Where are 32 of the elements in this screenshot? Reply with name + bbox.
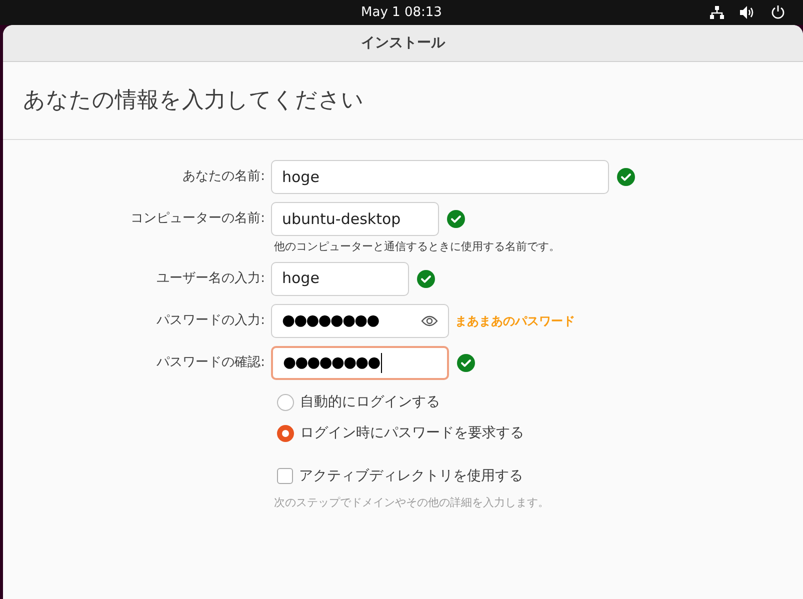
field-label: パスワードの入力: xyxy=(156,312,266,330)
clock[interactable]: May 1 08:13 xyxy=(361,2,442,22)
field-label: コンピューターの名前: xyxy=(130,210,266,228)
radio-label[interactable]: 自動的にログインする xyxy=(300,392,440,412)
power-icon[interactable] xyxy=(771,5,785,19)
checkbox[interactable] xyxy=(277,468,293,484)
radio-label[interactable]: ログイン時にパスワードを要求する xyxy=(300,422,524,444)
field-label: あなたの名前: xyxy=(182,168,266,186)
password-strength: まあまあのパスワード xyxy=(455,312,575,330)
speaker-icon[interactable] xyxy=(740,6,755,18)
eye-icon[interactable] xyxy=(421,314,438,326)
field-value: ubuntu-desktop xyxy=(282,208,401,230)
password-field[interactable]: ●●●●●●●● xyxy=(271,346,449,380)
field-value: hoge xyxy=(282,268,320,290)
window-title: インストール xyxy=(361,34,445,52)
text-field[interactable]: hoge xyxy=(271,160,609,194)
checkbox-label[interactable]: アクティブディレクトリを使用する xyxy=(299,466,523,486)
text-field[interactable]: hoge xyxy=(271,262,409,296)
field-label: パスワードの確認: xyxy=(156,354,266,372)
radio-button[interactable] xyxy=(277,424,294,442)
field-value: ●●●●●●●● xyxy=(282,310,379,332)
field-hint: 他のコンピューターと通信するときに使用する名前です。 xyxy=(274,239,561,255)
checkbox-hint: 次のステップでドメインやその他の詳細を入力します。 xyxy=(274,494,550,510)
password-field[interactable]: ●●●●●●●● xyxy=(271,304,449,338)
network-icon[interactable] xyxy=(710,6,724,18)
text-field[interactable]: ubuntu-desktop xyxy=(271,202,439,236)
field-label: ユーザー名の入力: xyxy=(156,270,266,288)
radio-button[interactable] xyxy=(277,394,294,410)
page-heading: あなたの情報を入力してください xyxy=(23,87,364,115)
field-value: hoge xyxy=(282,166,320,188)
text-cursor xyxy=(380,352,382,372)
field-value: ●●●●●●●● xyxy=(283,352,380,374)
